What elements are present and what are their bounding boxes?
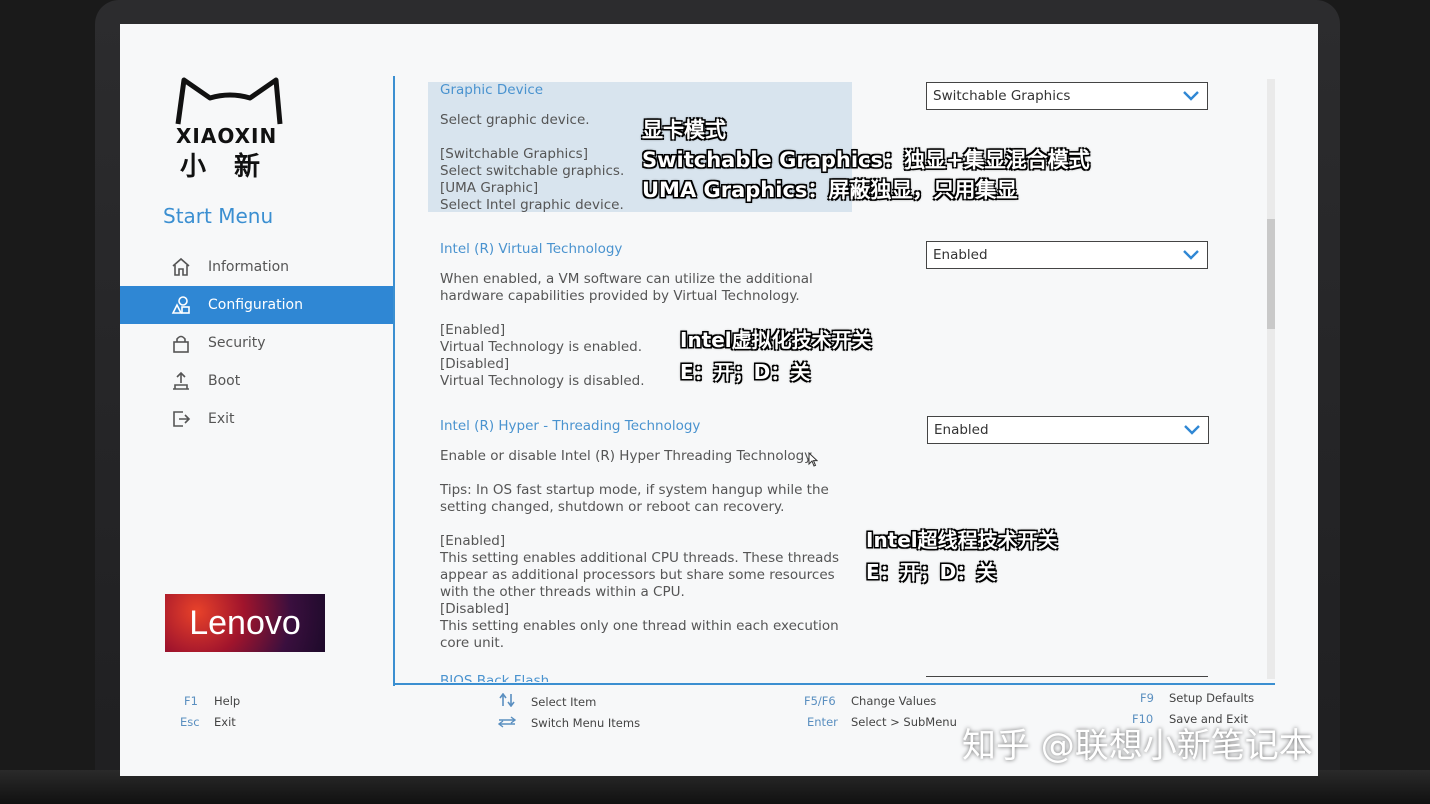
setting-title-virtual-technology[interactable]: Intel (R) Virtual Technology <box>440 241 622 257</box>
footer-label-setup-defaults: Setup Defaults <box>1169 691 1255 705</box>
footer-label-select-item: Select Item <box>531 695 597 709</box>
scrollbar-track[interactable] <box>1267 79 1275 679</box>
footer-key-f9: F9 <box>1140 691 1154 705</box>
annotation-vt-values: E：开；D：关 <box>680 360 811 384</box>
virtual-technology-dropdown[interactable]: Enabled <box>926 241 1208 269</box>
zhihu-watermark: 知乎 @联想小新笔记本 <box>962 726 1313 766</box>
footer-label-exit: Exit <box>214 715 236 729</box>
sidebar-item-label: Configuration <box>208 297 303 313</box>
chevron-down-icon <box>1183 91 1199 101</box>
lenovo-logo: Lenovo <box>165 594 325 652</box>
footer-divider <box>395 683 1275 685</box>
sidebar-item-security[interactable]: Security <box>120 324 394 362</box>
logo-text: XIAOXIN <box>176 124 278 148</box>
setting-desc-graphic-device: Select graphic device. [Switchable Graph… <box>440 112 625 213</box>
setting-title-bios-back-flash-clip: BIOS Back Flash <box>440 674 549 682</box>
bios-screen: XIAOXIN 小新 Start Menu Information Config… <box>120 24 1318 776</box>
footer-label-submenu: Select > SubMenu <box>851 715 957 729</box>
annotation-graphics-heading: 显卡模式 <box>642 118 726 142</box>
sidebar-item-label: Boot <box>208 373 241 389</box>
leftright-arrows-icon <box>498 716 516 728</box>
dropdown-value: Enabled <box>933 247 988 263</box>
setting-title-hyper-threading[interactable]: Intel (R) Hyper - Threading Technology <box>440 418 700 434</box>
hyper-threading-dropdown[interactable]: Enabled <box>927 416 1209 444</box>
start-menu-title: Start Menu <box>163 204 274 228</box>
exit-icon <box>170 408 192 430</box>
sidebar-item-label: Information <box>208 259 290 275</box>
annotation-ht-values: E：开；D：关 <box>866 560 997 584</box>
footer-key-f5f6: F5/F6 <box>804 694 836 708</box>
annotation-ht-heading: Intel超线程技术开关 <box>866 528 1058 552</box>
chevron-down-icon <box>1183 250 1199 260</box>
logo-chinese: 小新 <box>180 152 289 182</box>
sidebar-item-configuration[interactable]: Configuration <box>120 286 394 324</box>
bios-back-flash-dropdown-edge[interactable] <box>926 676 1208 681</box>
footer-key-esc: Esc <box>180 715 200 729</box>
graphic-device-dropdown[interactable]: Switchable Graphics <box>926 82 1208 110</box>
setting-desc-hyper-threading: Enable or disable Intel (R) Hyper Thread… <box>440 448 840 651</box>
sidebar-divider <box>393 76 395 686</box>
chevron-down-icon <box>1184 425 1200 435</box>
dropdown-value: Switchable Graphics <box>933 88 1071 104</box>
footer-label-change-values: Change Values <box>851 694 937 708</box>
mouse-cursor-icon <box>808 452 818 467</box>
scrollbar-thumb[interactable] <box>1267 219 1275 329</box>
setting-title-bios-back-flash[interactable]: BIOS Back Flash <box>440 674 549 682</box>
annotation-graphics-switchable: Switchable Graphics：独显+集显混合模式 <box>642 148 1090 172</box>
footer-key-enter: Enter <box>807 715 838 729</box>
sidebar-item-boot[interactable]: Boot <box>120 362 394 400</box>
lock-icon <box>170 332 192 354</box>
sidebar-item-label: Exit <box>208 411 235 427</box>
config-icon <box>170 294 192 316</box>
annotation-graphics-uma: UMA Graphics：屏蔽独显，只用集显 <box>642 178 1018 202</box>
home-icon <box>170 256 192 278</box>
footer-label-help: Help <box>214 694 241 708</box>
footer-label-switch-menu: Switch Menu Items <box>531 716 641 730</box>
sidebar-item-information[interactable]: Information <box>120 248 394 286</box>
sidebar-item-exit[interactable]: Exit <box>120 400 394 438</box>
dropdown-value: Enabled <box>934 422 989 438</box>
sidebar-item-label: Security <box>208 335 266 351</box>
setting-title-graphic-device[interactable]: Graphic Device <box>440 82 543 98</box>
updown-arrows-icon <box>499 693 515 707</box>
boot-icon <box>170 370 192 392</box>
annotation-vt-heading: Intel虚拟化技术开关 <box>680 328 872 352</box>
footer-key-f1: F1 <box>184 694 198 708</box>
